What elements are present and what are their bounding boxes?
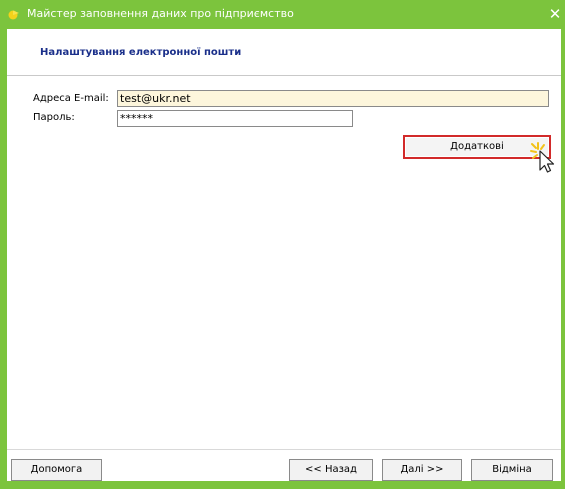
wizard-header: Налаштування електронної пошти [7,29,561,74]
page-title: Налаштування електронної пошти [40,47,242,58]
window-title: Майстер заповнення даних про підприємств… [27,7,294,20]
back-button[interactable]: << Назад [289,459,373,481]
wizard-footer: Допомога << Назад Далі >> Відміна [7,450,561,481]
password-field[interactable] [117,110,353,127]
wizard-window: Майстер заповнення даних про підприємств… [0,0,565,489]
close-icon: ✕ [548,5,562,23]
password-label: Пароль: [33,112,75,123]
title-bar: Майстер заповнення даних про підприємств… [0,0,565,29]
header-divider [7,75,561,76]
mouse-pointer-icon [530,142,555,173]
app-icon [8,10,19,20]
wizard-body: Налаштування електронної пошти Адреса E-… [7,29,561,481]
help-button[interactable]: Допомога [11,459,102,481]
email-field[interactable] [117,90,549,107]
cancel-button[interactable]: Відміна [471,459,553,481]
email-label: Адреса E-mail: [33,93,109,104]
close-button[interactable]: ✕ [548,6,562,22]
next-button[interactable]: Далі >> [382,459,462,481]
